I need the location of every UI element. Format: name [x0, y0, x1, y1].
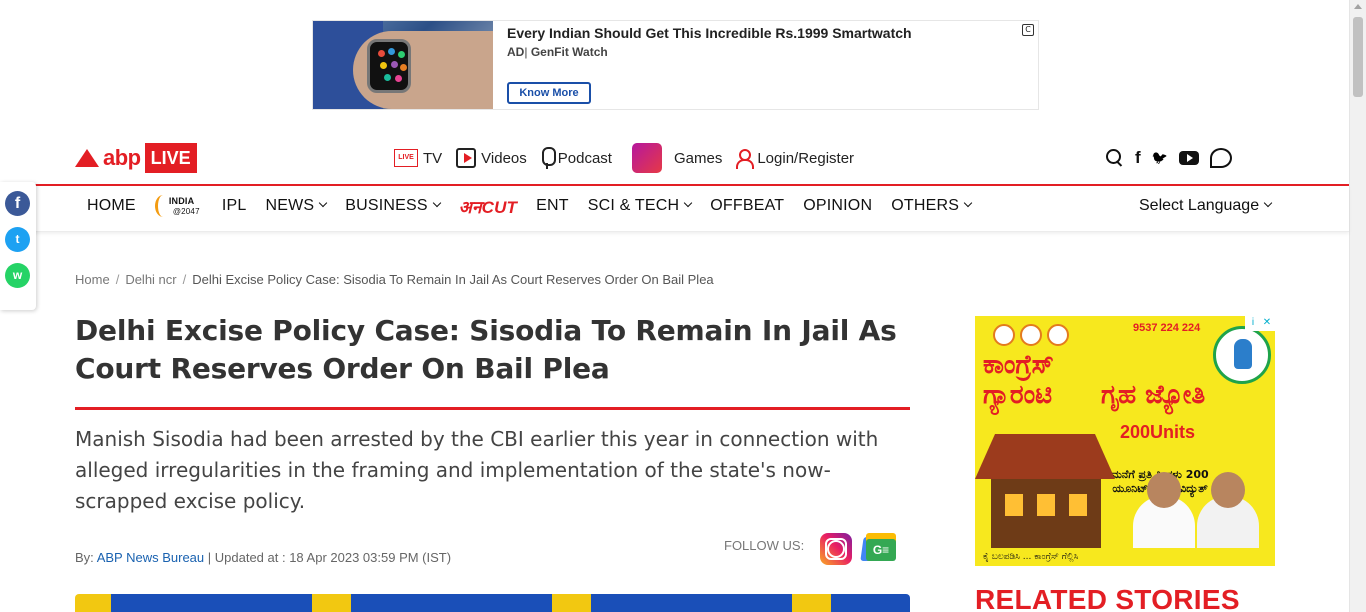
floating-share-bar: f t w [0, 182, 36, 310]
scroll-up-arrow-icon[interactable] [1354, 4, 1362, 9]
nav-india2047[interactable]: INDIA @2047 [154, 193, 203, 219]
user-icon [736, 149, 755, 169]
microphone-icon [541, 147, 556, 169]
nav-anecut[interactable]: अनCUT [459, 195, 517, 218]
nav-others[interactable]: OTHERS [891, 197, 973, 215]
breadcrumb-current: Delhi Excise Policy Case: Sisodia To Rem… [192, 272, 714, 287]
nav-ent[interactable]: ENT [536, 197, 569, 215]
select-language-dropdown[interactable]: Select Language [1139, 186, 1273, 226]
top-nav: LIVE TV Videos Podcast Games Login/Regis… [394, 143, 868, 173]
top-nav-videos-label: Videos [481, 149, 527, 167]
google-news-label: G≡ [866, 539, 896, 561]
nav-scitech-label: SCI & TECH [587, 197, 680, 214]
top-nav-podcast[interactable]: Podcast [541, 147, 612, 169]
smartwatch-ad-image [313, 21, 493, 109]
related-stories-heading: RELATED STORIES [975, 584, 1240, 612]
article-summary: Manish Sisodia had been arrested by the … [75, 427, 879, 513]
top-nav-videos[interactable]: Videos [456, 148, 527, 168]
author-link[interactable]: ABP News Bureau [97, 550, 204, 565]
article-headline: Delhi Excise Policy Case: Sisodia To Rem… [75, 314, 897, 385]
breadcrumb: Home / Delhi ncr / Delhi Excise Policy C… [75, 272, 714, 287]
main-nav: HOME INDIA @2047 IPL NEWS BUSINESS अनCUT… [0, 186, 1349, 232]
top-nav-tv-label: TV [423, 149, 443, 167]
leader-faces [993, 324, 1074, 346]
abp-triangle-icon [75, 149, 99, 167]
twitter-icon[interactable]: 🐦 [1152, 151, 1168, 166]
scrollbar-thumb[interactable] [1353, 17, 1363, 97]
live-tv-icon: LIVE [394, 149, 418, 167]
logo-live-badge: LIVE [144, 143, 197, 173]
ad-tag: AD [507, 45, 525, 59]
search-icon[interactable] [1106, 149, 1124, 167]
logo-abp-text: abp [103, 145, 141, 170]
video-play-icon [456, 148, 477, 168]
know-more-button[interactable]: Know More [507, 82, 591, 104]
top-nav-tv[interactable]: LIVE TV [394, 149, 442, 167]
facebook-icon[interactable]: f [1135, 148, 1141, 168]
ad-sponsor-name: GenFit Watch [530, 45, 608, 59]
nav-ipl[interactable]: IPL [222, 197, 247, 215]
share-twitter-icon[interactable]: t [5, 227, 30, 252]
side-ad-headline-left: ಕಾಂಗ್ರೆಸ್ ಗ್ಯಾರಂಟಿ [983, 350, 1054, 410]
nav-business-label: BUSINESS [345, 197, 428, 214]
india2047-line2: @2047 [172, 207, 200, 216]
congress-hand-logo-icon [1213, 326, 1271, 384]
nav-opinion[interactable]: OPINION [803, 197, 872, 215]
updated-timestamp: | Updated at : 18 Apr 2023 03:59 PM (IST… [207, 550, 452, 565]
india-2047-logo-icon: INDIA @2047 [154, 193, 203, 219]
abp-live-logo[interactable]: abp LIVE [75, 143, 197, 173]
breadcrumb-section[interactable]: Delhi ncr [125, 272, 176, 287]
ad-controls: i ✕ [1245, 316, 1275, 331]
nav-home[interactable]: HOME [87, 197, 136, 215]
chevron-down-icon [684, 198, 693, 208]
follow-us-label: FOLLOW US: [724, 538, 805, 553]
share-facebook-icon[interactable]: f [5, 191, 30, 216]
page-scrollbar[interactable] [1349, 0, 1366, 612]
nav-news[interactable]: NEWS [265, 197, 328, 215]
nav-business[interactable]: BUSINESS [345, 197, 442, 215]
youtube-icon[interactable] [1178, 151, 1199, 165]
side-ad-headline-right: ಗೃಹ ಜ್ಯೋತಿ [1101, 380, 1206, 410]
ad-info-icon[interactable]: i [1247, 317, 1259, 329]
article-byline: By: ABP News Bureau | Updated at : 18 Ap… [75, 550, 451, 565]
adchoices-icon[interactable]: C [1022, 24, 1034, 36]
byline-by-label: By: [75, 550, 94, 565]
ad-title[interactable]: Every Indian Should Get This Incredible … [507, 25, 912, 41]
top-nav-login[interactable]: Login/Register [736, 149, 855, 169]
chevron-down-icon [432, 198, 442, 208]
top-nav-login-label: Login/Register [757, 149, 855, 167]
games-icon [631, 143, 662, 173]
top-ad-banner[interactable]: Every Indian Should Get This Incredible … [312, 20, 1039, 110]
select-language-label: Select Language [1139, 197, 1260, 214]
article-hero-image [75, 594, 910, 612]
ad-close-icon[interactable]: ✕ [1261, 317, 1273, 329]
nav-offbeat[interactable]: OFFBEAT [710, 197, 784, 215]
nav-scitech[interactable]: SCI & TECH [587, 197, 693, 215]
top-nav-games[interactable]: Games [631, 143, 723, 173]
india2047-line1: INDIA [168, 196, 195, 206]
house-illustration [975, 434, 1115, 552]
chevron-down-icon [1263, 198, 1273, 208]
nav-others-label: OTHERS [891, 197, 960, 214]
anecut-logo: अनCUT [458, 197, 518, 217]
side-ad-phone: 9537 224 224 [1133, 322, 1201, 334]
instagram-icon[interactable] [820, 533, 852, 565]
chevron-down-icon [963, 198, 973, 208]
phone-icon[interactable] [1209, 148, 1232, 168]
share-whatsapp-icon[interactable]: w [5, 263, 30, 288]
ad-sponsor: AD| GenFit Watch [507, 45, 608, 59]
google-news-icon[interactable]: G≡ [860, 533, 898, 565]
nav-news-label: NEWS [265, 197, 315, 214]
side-ad-footer: ಕೈ ಬಲಪಡಿಸಿ ... ಕಾಂಗ್ರೆಸ್ ಗೆಲ್ಲಿಸಿ [975, 548, 1275, 566]
side-ad-units: 200Units [1120, 422, 1196, 442]
breadcrumb-home[interactable]: Home [75, 272, 110, 287]
side-ad-banner[interactable]: 9537 224 224 ಕಾಂಗ್ರೆಸ್ ಗ್ಯಾರಂಟಿ ಗೃಹ ಜ್ಯೋ… [975, 316, 1275, 566]
top-nav-games-label: Games [673, 149, 723, 167]
header-social-icons: f 🐦 [1106, 147, 1243, 169]
top-nav-podcast-label: Podcast [557, 149, 612, 167]
chevron-down-icon [319, 198, 328, 208]
headline-divider [75, 407, 910, 410]
